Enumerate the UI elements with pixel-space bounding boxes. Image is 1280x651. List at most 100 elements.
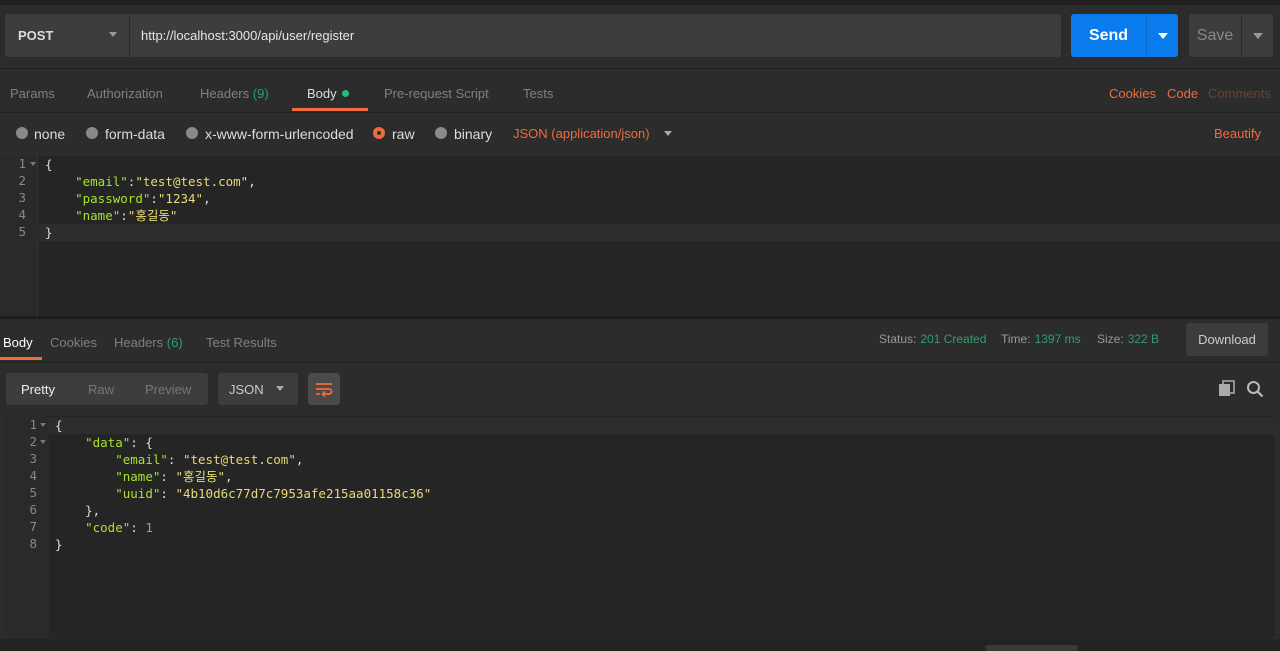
size-readout[interactable]: Size: 322 B bbox=[1097, 332, 1159, 346]
json-value: 1 bbox=[145, 520, 153, 535]
wrap-lines-button[interactable] bbox=[308, 373, 340, 405]
divider bbox=[0, 112, 1280, 113]
radio-label-none[interactable]: none bbox=[34, 126, 65, 142]
radio-label-raw[interactable]: raw bbox=[392, 126, 415, 142]
radio-binary[interactable] bbox=[435, 127, 447, 139]
tab-pre-request-script[interactable]: Pre-request Script bbox=[384, 86, 489, 101]
chevron-down-icon bbox=[276, 386, 284, 391]
view-preview-button[interactable]: Preview bbox=[145, 382, 191, 397]
line-number: 4 bbox=[29, 468, 37, 483]
json-value: "1234" bbox=[157, 191, 204, 206]
save-button[interactable]: Save bbox=[1189, 14, 1241, 57]
radio-none[interactable] bbox=[16, 127, 28, 139]
beautify-link[interactable]: Beautify bbox=[1214, 126, 1261, 141]
radio-raw[interactable] bbox=[373, 127, 385, 139]
search-icon[interactable] bbox=[1246, 380, 1264, 403]
line-number: 1 bbox=[29, 417, 37, 432]
time-readout: Time: 1397 ms bbox=[1001, 332, 1081, 346]
json-key: "code" bbox=[85, 520, 131, 535]
code-line: { bbox=[55, 418, 63, 433]
json-key: "data" bbox=[85, 435, 131, 450]
json-key: "uuid" bbox=[115, 486, 161, 501]
modified-dot-icon bbox=[341, 90, 349, 97]
tab-label: Body bbox=[3, 335, 33, 350]
json-value: "홍길동" bbox=[175, 469, 225, 484]
tab-params[interactable]: Params bbox=[10, 86, 55, 101]
status-readout: Status: 201 Created bbox=[879, 332, 987, 346]
radio-form-data[interactable] bbox=[86, 127, 98, 139]
json-value: "test@test.com" bbox=[135, 174, 249, 189]
code-line: "name": "홍길동", bbox=[115, 469, 233, 484]
code-link[interactable]: Code bbox=[1167, 86, 1198, 101]
active-line-highlight bbox=[39, 224, 1280, 241]
chevron-down-icon bbox=[1253, 33, 1263, 39]
tab-authorization[interactable]: Authorization bbox=[87, 86, 163, 101]
horizontal-scrollbar[interactable] bbox=[985, 645, 1078, 651]
chevron-down-icon[interactable] bbox=[664, 131, 672, 136]
chevron-down-icon bbox=[109, 32, 117, 37]
tab-body[interactable]: Body bbox=[307, 86, 349, 101]
radio-label-form-data[interactable]: form-data bbox=[105, 126, 165, 142]
line-number: 8 bbox=[29, 536, 37, 551]
divider bbox=[0, 362, 1280, 363]
response-tab-cookies[interactable]: Cookies bbox=[50, 335, 97, 350]
active-line-highlight bbox=[49, 417, 1275, 434]
tab-label: Test Results bbox=[206, 335, 277, 350]
line-number: 3 bbox=[18, 190, 26, 205]
send-button[interactable]: Send bbox=[1071, 14, 1146, 57]
headers-count: (6) bbox=[166, 335, 183, 350]
line-number: 4 bbox=[18, 207, 26, 222]
tab-headers[interactable]: Headers (9) bbox=[200, 86, 269, 101]
comments-link[interactable]: Comments bbox=[1208, 86, 1271, 101]
json-key: "name" bbox=[75, 208, 121, 223]
tab-label: Headers bbox=[114, 335, 164, 350]
json-value: "4b10d6c77d7c7953afe215aa01158c36" bbox=[175, 486, 432, 501]
pane-resize-handle[interactable] bbox=[0, 316, 1280, 319]
fold-arrow-icon[interactable] bbox=[30, 162, 36, 166]
status-value: 201 Created bbox=[920, 332, 987, 346]
headers-count: (9) bbox=[252, 86, 269, 101]
download-button[interactable]: Download bbox=[1186, 323, 1268, 356]
json-value: "test@test.com" bbox=[182, 452, 296, 467]
copy-icon[interactable] bbox=[1218, 380, 1236, 403]
content-type-select[interactable]: JSON (application/json) bbox=[513, 126, 650, 141]
response-tab-test-results[interactable]: Test Results bbox=[206, 335, 277, 350]
send-options-button[interactable] bbox=[1146, 14, 1178, 57]
cookies-link[interactable]: Cookies bbox=[1109, 86, 1156, 101]
request-body-editor[interactable]: 1 2 3 4 5 { "email":"test@test.com", "pa… bbox=[0, 156, 1280, 316]
tab-tests[interactable]: Tests bbox=[523, 86, 553, 101]
line-number: 7 bbox=[29, 519, 37, 534]
code-line: }, bbox=[85, 503, 101, 518]
url-input[interactable]: http://localhost:3000/api/user/register bbox=[130, 14, 1061, 57]
tab-label: Authorization bbox=[87, 86, 163, 101]
radio-label-binary[interactable]: binary bbox=[454, 126, 492, 142]
code-line: "password":"1234", bbox=[75, 191, 211, 206]
view-pretty-button[interactable]: Pretty bbox=[21, 382, 55, 397]
radio-label-urlencoded[interactable]: x-www-form-urlencoded bbox=[205, 126, 354, 142]
response-tab-body[interactable]: Body bbox=[3, 335, 33, 350]
tab-label: Params bbox=[10, 86, 55, 101]
send-label: Send bbox=[1088, 26, 1129, 44]
line-number: 6 bbox=[29, 502, 37, 517]
response-tab-headers[interactable]: Headers (6) bbox=[114, 335, 183, 350]
line-number: 1 bbox=[18, 156, 26, 171]
response-body-viewer[interactable]: 1 2 3 4 5 6 7 8 { "data": { "email": "te… bbox=[5, 416, 1275, 638]
download-label: Download bbox=[1198, 332, 1256, 347]
tab-label: Cookies bbox=[50, 335, 97, 350]
url-value: http://localhost:3000/api/user/register bbox=[141, 28, 355, 43]
code-line: "name":"홍길동" bbox=[75, 208, 178, 223]
radio-urlencoded[interactable] bbox=[186, 127, 198, 139]
code-line: { bbox=[45, 157, 53, 172]
format-label: JSON bbox=[229, 381, 264, 397]
save-options-button[interactable] bbox=[1242, 14, 1273, 57]
divider bbox=[0, 68, 1280, 69]
line-number: 2 bbox=[29, 434, 37, 449]
line-number: 5 bbox=[29, 485, 37, 500]
format-select[interactable]: JSON bbox=[218, 373, 298, 405]
fold-arrow-icon[interactable] bbox=[40, 423, 46, 427]
view-raw-button[interactable]: Raw bbox=[88, 382, 114, 397]
fold-arrow-icon[interactable] bbox=[40, 440, 46, 444]
method-select[interactable]: POST bbox=[5, 14, 129, 57]
tab-label: Pre-request Script bbox=[384, 86, 489, 101]
tab-label: Headers bbox=[200, 86, 250, 101]
